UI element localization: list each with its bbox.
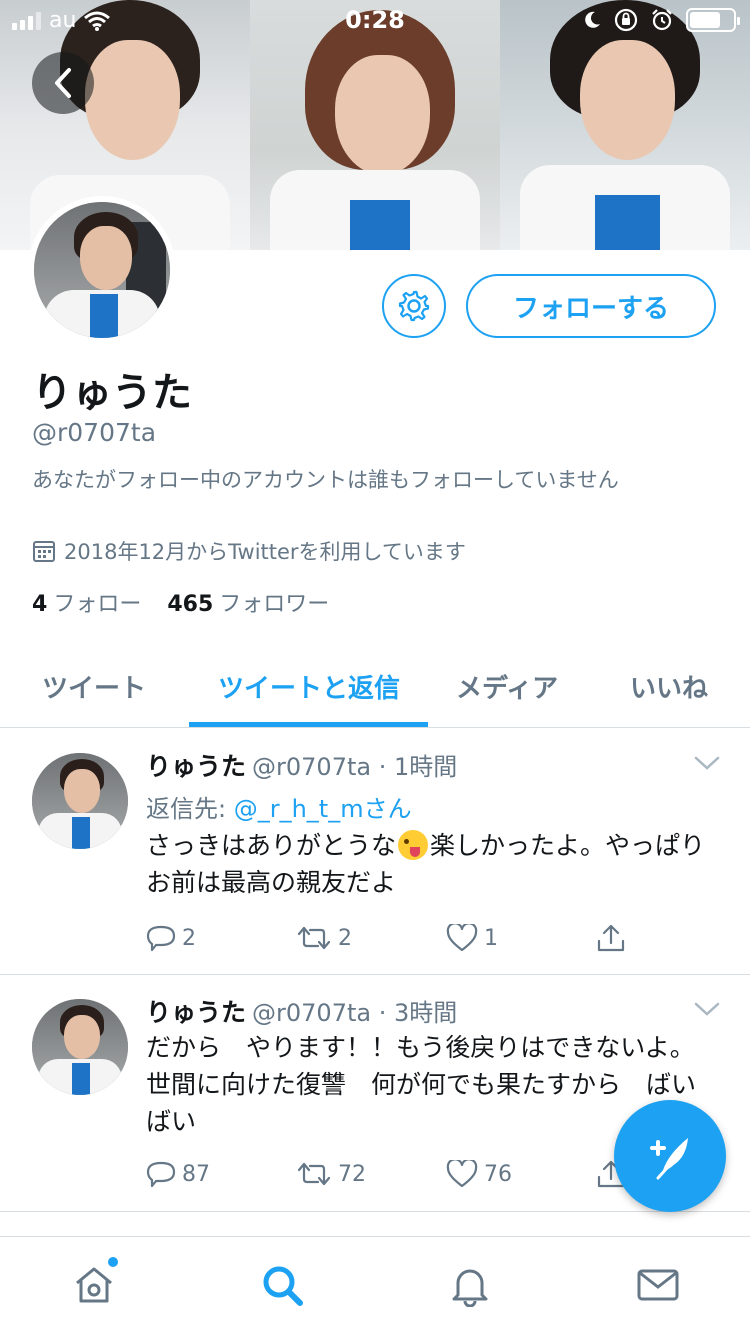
like-icon bbox=[446, 1160, 478, 1188]
nav-home[interactable] bbox=[70, 1257, 118, 1309]
reply-to-link[interactable]: @_r_h_t_mさん bbox=[234, 795, 412, 823]
nav-search[interactable] bbox=[258, 1261, 306, 1309]
like-button[interactable]: 1 bbox=[446, 923, 596, 953]
followers-count[interactable]: 465 フォロワー bbox=[167, 586, 329, 618]
back-button[interactable] bbox=[32, 52, 94, 114]
reply-icon bbox=[146, 925, 176, 952]
moon-icon bbox=[585, 11, 600, 28]
tweet-header: りゅうた @r0707ta · 1時間 bbox=[146, 747, 457, 783]
tweet-meta: @r0707ta · 3時間 bbox=[252, 999, 458, 1027]
tweet-author-name[interactable]: りゅうた bbox=[146, 752, 246, 781]
gear-icon bbox=[398, 290, 430, 322]
tweet-avatar[interactable] bbox=[32, 999, 128, 1095]
tweet-author-name[interactable]: りゅうた bbox=[146, 998, 246, 1027]
display-name: りゅうた bbox=[32, 370, 192, 416]
profile-tabs: ツイート ツイートと返信 メディア いいね bbox=[0, 640, 750, 728]
tweet-reply-to: 返信先: @_r_h_t_mさん bbox=[146, 795, 412, 823]
reply-button[interactable]: 87 bbox=[146, 1159, 296, 1189]
nav-notifications[interactable] bbox=[446, 1261, 494, 1309]
battery-icon bbox=[686, 8, 740, 32]
bottom-navigation bbox=[0, 1236, 750, 1334]
compose-tweet-button[interactable] bbox=[614, 1100, 726, 1212]
retweet-icon bbox=[297, 1162, 331, 1186]
like-icon bbox=[446, 924, 478, 952]
active-tab-indicator bbox=[189, 722, 428, 727]
back-icon bbox=[55, 68, 71, 98]
retweet-button[interactable]: 72 bbox=[296, 1159, 446, 1189]
rotation-lock-icon bbox=[614, 8, 638, 32]
follow-note: あなたがフォロー中のアカウントは誰もフォローしていません bbox=[32, 468, 619, 492]
tweet-header: りゅうた @r0707ta · 3時間 bbox=[146, 993, 457, 1029]
tab-likes[interactable]: いいね bbox=[630, 668, 708, 705]
alarm-icon bbox=[652, 9, 672, 31]
tweet-avatar[interactable] bbox=[32, 753, 128, 849]
tab-tweets[interactable]: ツイート bbox=[42, 668, 146, 705]
tab-media[interactable]: メディア bbox=[456, 668, 558, 705]
share-button[interactable] bbox=[596, 923, 746, 953]
following-count[interactable]: 4 フォロー bbox=[32, 586, 141, 618]
status-bar: au 0:28 bbox=[0, 0, 750, 40]
reply-button[interactable]: 2 bbox=[146, 923, 296, 953]
calendar-icon bbox=[33, 541, 55, 562]
tweet-meta: @r0707ta · 1時間 bbox=[252, 753, 458, 781]
tweet-item[interactable]: りゅうた @r0707ta · 1時間 返信先: @_r_h_t_mさん さっきは… bbox=[0, 729, 750, 975]
joined-date: 2018年12月からTwitterを利用しています bbox=[32, 536, 466, 566]
chevron-down-icon[interactable] bbox=[694, 755, 720, 771]
share-icon bbox=[597, 924, 625, 952]
retweet-icon bbox=[297, 926, 331, 950]
retweet-button[interactable]: 2 bbox=[296, 923, 446, 953]
compose-icon bbox=[650, 1138, 688, 1180]
home-icon bbox=[76, 1267, 112, 1303]
tab-tweets-and-replies[interactable]: ツイートと返信 bbox=[218, 668, 400, 705]
settings-button[interactable] bbox=[382, 274, 446, 338]
search-icon bbox=[263, 1266, 303, 1306]
nav-messages[interactable] bbox=[634, 1261, 682, 1309]
notifications-icon bbox=[452, 1269, 488, 1307]
tweet-text: さっきはありがとうな 楽しかったよ。やっぱりお前は最高の親友だよ bbox=[146, 830, 706, 897]
winking-tongue-emoji-icon bbox=[398, 830, 429, 860]
profile-handle: @r0707ta bbox=[32, 418, 157, 447]
like-button[interactable]: 76 bbox=[446, 1159, 596, 1189]
tweet-actions: 2 2 1 bbox=[146, 923, 746, 953]
follow-counts: 4 フォロー 465 フォロワー bbox=[32, 586, 329, 618]
profile-avatar[interactable] bbox=[28, 196, 176, 344]
tweet-text: だから やります！！もう後戻りはできないよ。世間に向けた復讐 何が何でも果たすか… bbox=[146, 1033, 697, 1136]
reply-icon bbox=[146, 1161, 176, 1188]
chevron-down-icon[interactable] bbox=[694, 1001, 720, 1017]
follow-button[interactable]: フォローする bbox=[466, 274, 716, 338]
joined-text: 2018年12月からTwitterを利用しています bbox=[64, 540, 466, 564]
home-notification-dot bbox=[108, 1257, 118, 1267]
messages-icon bbox=[637, 1269, 679, 1301]
